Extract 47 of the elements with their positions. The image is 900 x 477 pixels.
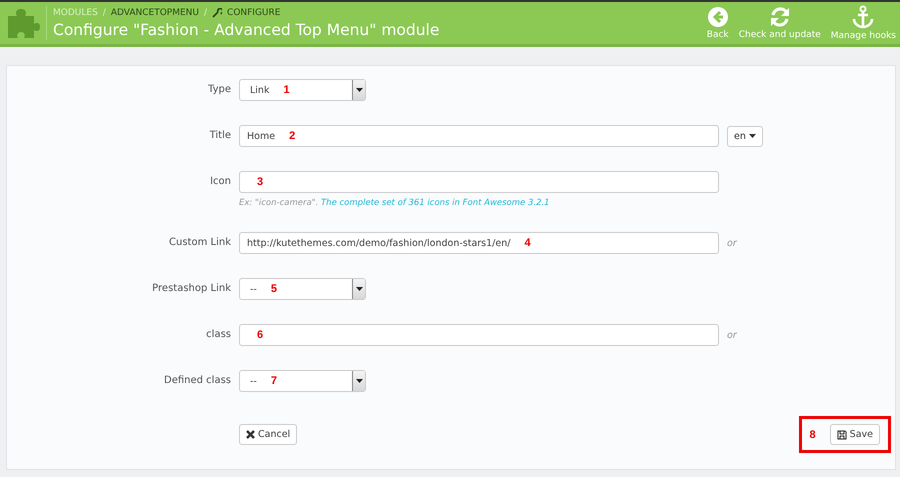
wrench-icon (212, 8, 222, 18)
annotation-number: 7 (270, 375, 277, 387)
save-button[interactable]: Save (830, 424, 880, 445)
field-label: Title (208, 129, 231, 143)
close-icon (246, 430, 255, 439)
help-text: Ex: "icon-camera". The complete set of 361 icons in Font Awesome 3.2.1 (239, 198, 551, 208)
breadcrumb-separator: / (102, 8, 106, 18)
annotation-number: 4 (524, 237, 531, 249)
language-dropdown[interactable]: en (727, 126, 763, 146)
field-value: http://kutethemes.com/demo/fashion/london-stars1/en/ (247, 238, 510, 248)
annotation-number: 1 (283, 84, 290, 96)
field-label: Icon (209, 175, 231, 189)
page-title: Configure "Fashion - Advanced Top Menu" module (53, 20, 440, 38)
anchor-icon (852, 5, 874, 29)
input-field[interactable]: Home 2 (239, 125, 719, 147)
field-label: class (205, 328, 231, 342)
breadcrumb-separator: / (204, 8, 208, 18)
breadcrumb-link[interactable]: ADVANCETOPMENU (110, 8, 199, 18)
field-label: Custom Link (168, 236, 231, 250)
refresh-icon (768, 6, 791, 28)
caret-icon (352, 371, 365, 391)
annotation-number: 5 (270, 283, 277, 295)
field-value: -- (250, 376, 257, 386)
puzzle-icon (6, 8, 40, 38)
field-label: Type (207, 83, 231, 97)
dropdown[interactable]: Link 1 (239, 79, 366, 101)
dropdown[interactable]: -- 5 (239, 278, 366, 300)
cancel-button[interactable]: Cancel (239, 424, 298, 445)
field-value: Home (247, 130, 276, 142)
or-label: or (727, 330, 737, 340)
or-label: or (727, 238, 737, 248)
field-label: Prestashop Link (151, 282, 231, 296)
field-value: Link (250, 84, 270, 96)
field-value: -- (250, 284, 257, 294)
input-field[interactable]: http://kutethemes.com/demo/fashion/london-stars1/en/ 4 (239, 232, 719, 254)
caret-icon (352, 279, 365, 299)
annotation-number: 8 (810, 428, 816, 440)
annotation-number: 3 (257, 176, 264, 188)
field-label: Defined class (163, 374, 231, 388)
caret-icon (352, 80, 365, 100)
caret-icon (748, 134, 756, 138)
annotation-number: 6 (257, 329, 264, 341)
annotation-number: 2 (289, 130, 296, 142)
dropdown[interactable]: -- 7 (239, 370, 366, 392)
input-field[interactable]: 3 (239, 171, 719, 193)
input-field[interactable]: 6 (239, 324, 719, 346)
breadcrumb-item: CONFIGURE (227, 8, 280, 18)
